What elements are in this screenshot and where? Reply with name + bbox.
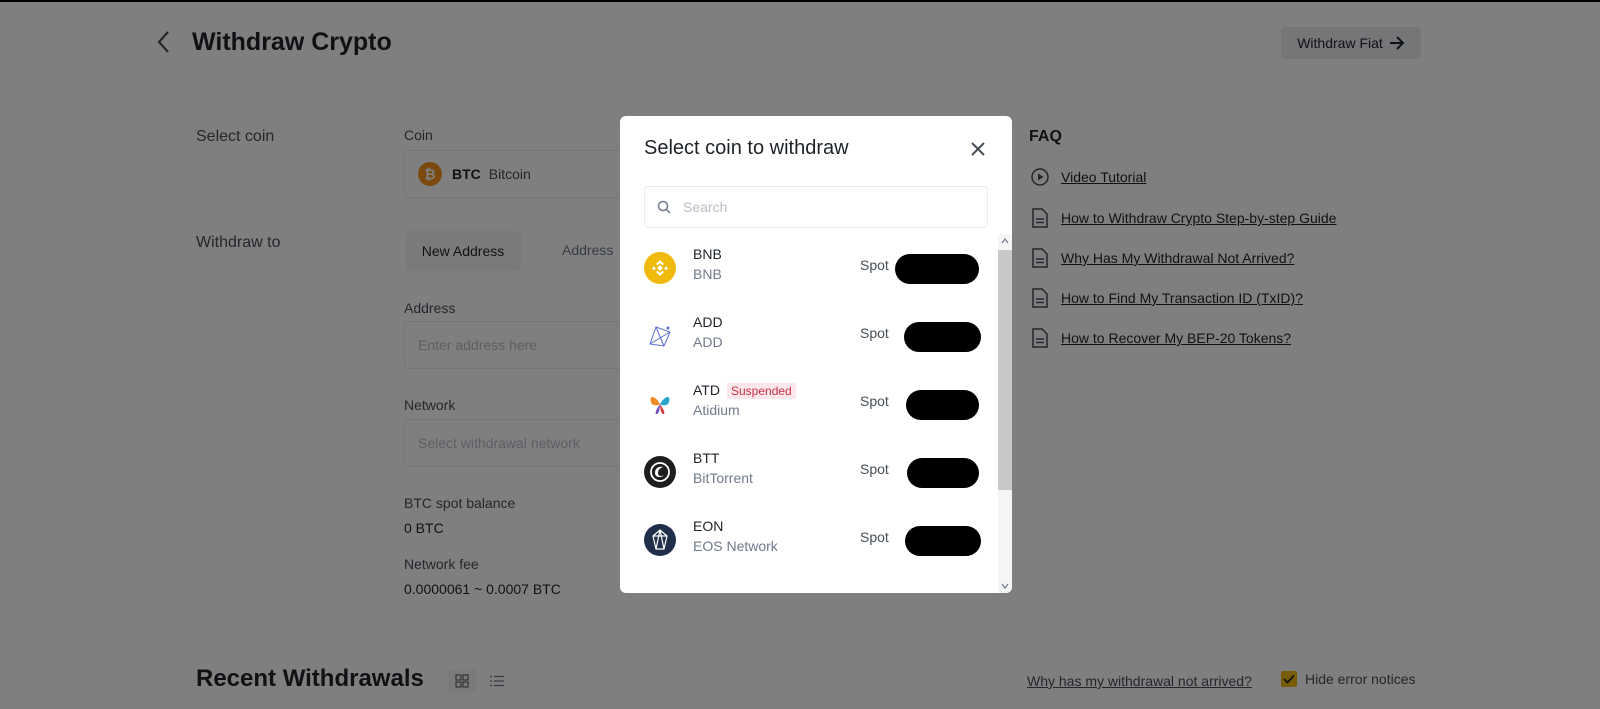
wallet-label: Spot (860, 529, 889, 545)
redacted-balance (907, 458, 979, 488)
add-icon (644, 320, 676, 352)
coin-row[interactable]: ATD Suspended Atidium Spot (620, 370, 998, 438)
coin-symbol: ADD (693, 314, 723, 330)
btt-icon (644, 456, 676, 488)
coin-row[interactable]: BTT BitTorrent Spot (620, 438, 998, 506)
suspended-badge: Suspended (727, 383, 796, 399)
wallet-label: Spot (860, 461, 889, 477)
redacted-balance (905, 526, 981, 556)
wallet-label: Spot (860, 393, 889, 409)
coin-row[interactable]: BNB BNB Spot (620, 234, 998, 302)
coin-name: Atidium (693, 402, 740, 418)
coin-list: BNB BNB Spot ADD ADD Spot ATD Suspended … (620, 234, 998, 593)
coin-name: BitTorrent (693, 470, 753, 486)
search-icon (657, 200, 671, 214)
modal-title: Select coin to withdraw (644, 137, 849, 159)
wallet-label: Spot (860, 325, 889, 341)
scroll-up-button[interactable] (998, 234, 1012, 248)
coin-search-input[interactable] (683, 199, 963, 215)
chevron-up-icon (1001, 238, 1009, 244)
coin-symbol: EON (693, 518, 724, 534)
coin-row[interactable]: EON EOS Network Spot (620, 506, 998, 574)
coin-name: BNB (693, 266, 722, 282)
scrollbar-thumb[interactable] (998, 250, 1012, 490)
close-icon (971, 142, 985, 156)
coin-name: EOS Network (693, 538, 778, 554)
redacted-balance (895, 254, 979, 284)
coin-symbol: BTT (693, 450, 720, 466)
coin-row[interactable]: ADD ADD Spot (620, 302, 998, 370)
coin-symbol: ATD (693, 382, 720, 398)
select-coin-modal: Select coin to withdraw BNB BNB Spot ADD… (620, 116, 1012, 593)
atd-icon (644, 388, 676, 420)
bnb-icon (644, 252, 676, 284)
close-button[interactable] (965, 136, 991, 162)
chevron-down-icon (1001, 583, 1009, 589)
coin-search-box[interactable] (644, 186, 988, 228)
eon-icon (644, 524, 676, 556)
redacted-balance (906, 390, 979, 420)
scroll-down-button[interactable] (998, 579, 1012, 593)
coin-name: ADD (693, 334, 723, 350)
coin-symbol: BNB (693, 246, 722, 262)
wallet-label: Spot (860, 257, 889, 273)
redacted-balance (904, 322, 981, 352)
